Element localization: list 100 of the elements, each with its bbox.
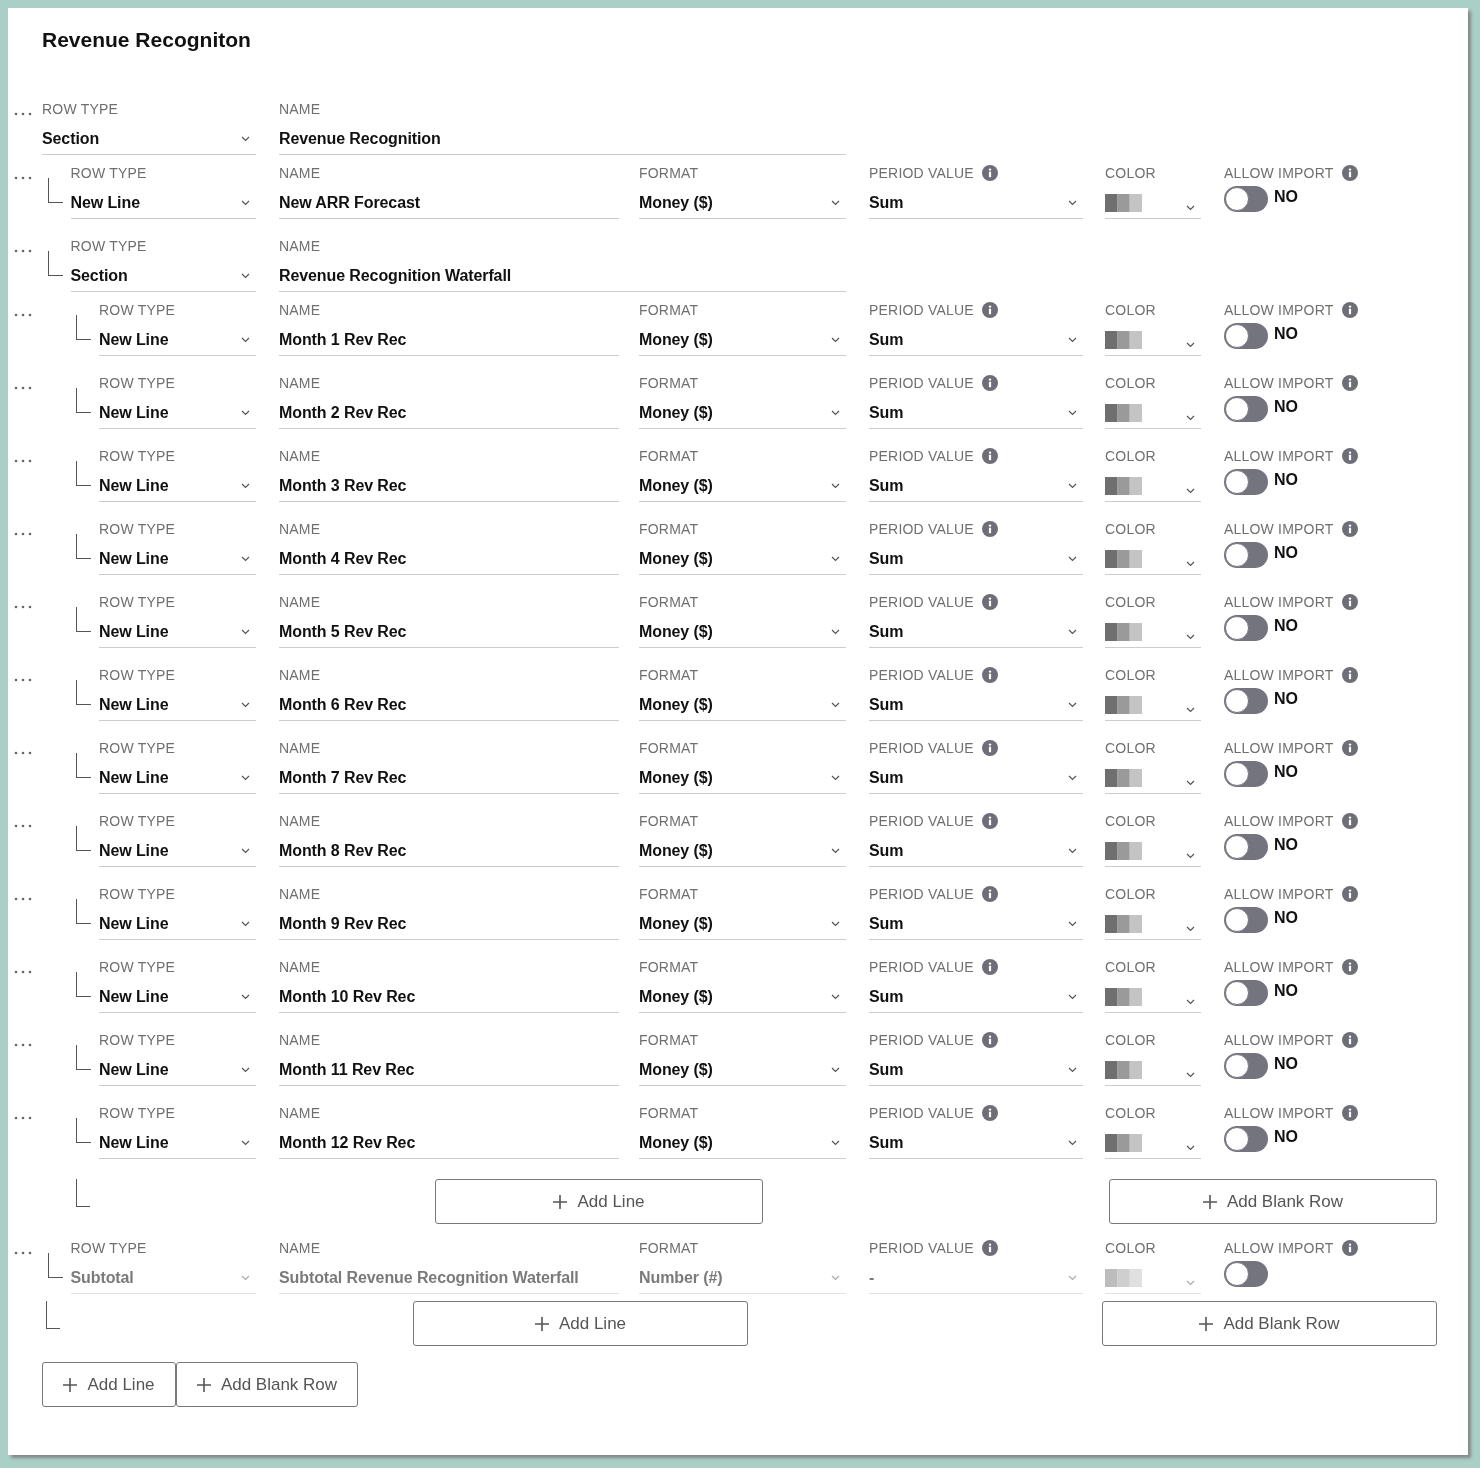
toggle-switch[interactable] (1224, 615, 1268, 641)
toggle-switch[interactable] (1224, 542, 1268, 568)
format-select[interactable]: Money ($) (639, 982, 846, 1013)
info-icon[interactable] (1341, 813, 1358, 829)
more-icon[interactable] (14, 605, 32, 609)
info-icon[interactable] (981, 375, 998, 391)
info-icon[interactable] (1341, 959, 1358, 975)
info-icon[interactable] (1341, 302, 1358, 318)
name-input[interactable]: New ARR Forecast (279, 188, 619, 219)
format-select[interactable]: Money ($) (639, 398, 846, 429)
period-value-select[interactable]: Sum (869, 1055, 1083, 1086)
info-icon[interactable] (1341, 740, 1358, 756)
name-input[interactable]: Month 4 Rev Rec (279, 544, 619, 575)
more-icon[interactable] (14, 1043, 32, 1047)
period-value-select[interactable]: Sum (869, 544, 1083, 575)
more-icon[interactable] (14, 249, 32, 253)
info-icon[interactable] (981, 521, 998, 537)
name-input[interactable]: Month 10 Rev Rec (279, 982, 619, 1013)
row-type-select[interactable]: New Line (99, 1128, 256, 1159)
info-icon[interactable] (981, 302, 998, 318)
row-type-select[interactable]: New Line (99, 325, 256, 356)
period-value-select[interactable]: Sum (869, 398, 1083, 429)
more-icon[interactable] (14, 112, 32, 116)
period-value-select[interactable]: Sum (869, 836, 1083, 867)
more-icon[interactable] (14, 678, 32, 682)
period-value-select[interactable]: Sum (869, 471, 1083, 502)
row-type-select[interactable]: New Line (99, 836, 256, 867)
more-icon[interactable] (14, 1116, 32, 1120)
more-icon[interactable] (14, 532, 32, 536)
row-type-select[interactable]: New Line (99, 398, 256, 429)
format-select[interactable]: Money ($) (639, 763, 846, 794)
name-input[interactable]: Revenue Recognition Waterfall (279, 261, 846, 292)
info-icon[interactable] (1341, 1032, 1358, 1048)
info-icon[interactable] (1341, 448, 1358, 464)
more-icon[interactable] (14, 751, 32, 755)
info-icon[interactable] (981, 886, 998, 902)
period-value-select[interactable]: Sum (869, 982, 1083, 1013)
row-type-select[interactable]: Section (42, 124, 256, 155)
row-type-select[interactable]: Section (70, 261, 256, 292)
name-input[interactable]: Month 6 Rev Rec (279, 690, 619, 721)
format-select[interactable]: Money ($) (639, 188, 846, 219)
more-icon[interactable] (14, 970, 32, 974)
format-select[interactable]: Money ($) (639, 1055, 846, 1086)
info-icon[interactable] (981, 165, 998, 181)
row-type-select[interactable]: New Line (99, 544, 256, 575)
info-icon[interactable] (981, 594, 998, 610)
more-icon[interactable] (14, 313, 32, 317)
name-input[interactable]: Revenue Recognition (279, 124, 846, 155)
period-value-select[interactable]: Sum (869, 690, 1083, 721)
info-icon[interactable] (981, 813, 998, 829)
period-value-select[interactable]: Sum (869, 1128, 1083, 1159)
name-input[interactable]: Month 7 Rev Rec (279, 763, 619, 794)
more-icon[interactable] (14, 824, 32, 828)
info-icon[interactable] (1341, 521, 1358, 537)
info-icon[interactable] (981, 740, 998, 756)
toggle-switch[interactable] (1224, 907, 1268, 933)
toggle-switch[interactable] (1224, 1126, 1268, 1152)
period-value-select[interactable]: Sum (869, 909, 1083, 940)
period-value-select[interactable]: Sum (869, 617, 1083, 648)
name-input[interactable]: Month 3 Rev Rec (279, 471, 619, 502)
add-blank-row-button[interactable]: Add Blank Row (1102, 1301, 1437, 1346)
info-icon[interactable] (981, 667, 998, 683)
format-select[interactable]: Money ($) (639, 836, 846, 867)
period-value-select[interactable]: Sum (869, 188, 1083, 219)
toggle-switch[interactable] (1224, 396, 1268, 422)
row-type-select[interactable]: New Line (99, 1055, 256, 1086)
info-icon[interactable] (1341, 375, 1358, 391)
toggle-switch[interactable] (1224, 834, 1268, 860)
toggle-switch[interactable] (1224, 761, 1268, 787)
add-blank-row-button[interactable]: Add Blank Row (1109, 1179, 1437, 1224)
info-icon[interactable] (1341, 667, 1358, 683)
info-icon[interactable] (981, 1105, 998, 1121)
toggle-switch[interactable] (1224, 469, 1268, 495)
more-icon[interactable] (14, 459, 32, 463)
toggle-switch[interactable] (1224, 323, 1268, 349)
row-type-select[interactable]: New Line (99, 690, 256, 721)
add-line-button[interactable]: Add Line (413, 1301, 748, 1346)
add-line-button[interactable]: Add Line (42, 1362, 176, 1407)
name-input[interactable]: Month 11 Rev Rec (279, 1055, 619, 1086)
name-input[interactable]: Month 9 Rev Rec (279, 909, 619, 940)
info-icon[interactable] (981, 448, 998, 464)
row-type-select[interactable]: New Line (99, 763, 256, 794)
row-type-select[interactable]: New Line (99, 909, 256, 940)
format-select[interactable]: Money ($) (639, 544, 846, 575)
row-type-select[interactable]: New Line (99, 471, 256, 502)
more-icon[interactable] (14, 897, 32, 901)
add-blank-row-button[interactable]: Add Blank Row (176, 1362, 358, 1407)
toggle-switch[interactable] (1224, 688, 1268, 714)
info-icon[interactable] (981, 959, 998, 975)
format-select[interactable]: Money ($) (639, 325, 846, 356)
format-select[interactable]: Money ($) (639, 471, 846, 502)
format-select[interactable]: Money ($) (639, 909, 846, 940)
period-value-select[interactable]: Sum (869, 325, 1083, 356)
name-input[interactable]: Month 1 Rev Rec (279, 325, 619, 356)
name-input[interactable]: Month 8 Rev Rec (279, 836, 619, 867)
row-type-select[interactable]: New Line (99, 617, 256, 648)
info-icon[interactable] (1341, 1240, 1358, 1256)
more-icon[interactable] (14, 386, 32, 390)
more-icon[interactable] (14, 176, 32, 180)
row-type-select[interactable]: New Line (70, 188, 256, 219)
